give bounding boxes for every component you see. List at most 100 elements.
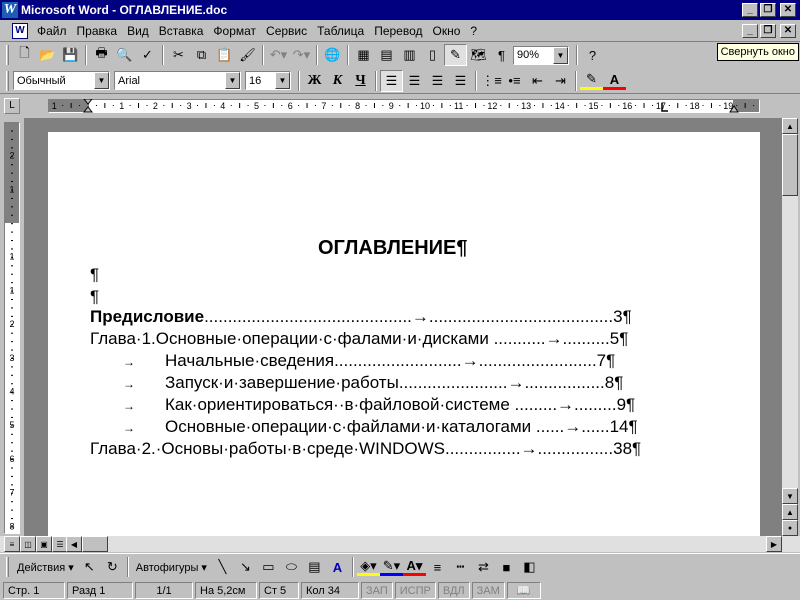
align-center-icon[interactable]: ☰ — [403, 70, 426, 92]
toolbar-grip[interactable] — [6, 70, 9, 91]
actions-menu[interactable]: Действия ▾ — [13, 561, 78, 574]
menu-format[interactable]: Формат — [208, 24, 261, 38]
zoom-combo[interactable]: 90% ▼ — [513, 45, 569, 65]
draw-font-color-icon[interactable]: A▾ — [402, 558, 426, 576]
insert-table-icon[interactable]: ▤ — [375, 44, 398, 66]
toc-entry[interactable]: → Начальные·сведения.....................… — [90, 350, 615, 373]
redo-icon[interactable]: ↷▾ — [290, 44, 313, 66]
underline-button[interactable]: Ч — [349, 70, 372, 92]
print-preview-icon[interactable]: 🔍 — [113, 44, 136, 66]
menu-table[interactable]: Таблица — [312, 24, 369, 38]
menu-edit[interactable]: Правка — [72, 24, 123, 38]
increase-indent-icon[interactable]: ⇥ — [549, 70, 572, 92]
tab-selector[interactable]: L — [4, 98, 20, 114]
toc-entry[interactable]: → Как·ориентироваться··в·файловой·системе… — [90, 394, 635, 417]
dash-style-icon[interactable]: ┅ — [449, 556, 472, 578]
oval-icon[interactable]: ⬭ — [280, 556, 303, 578]
prev-page-button[interactable]: ▲ — [782, 504, 798, 520]
numbered-list-icon[interactable]: ⋮≡ — [480, 70, 503, 92]
free-rotate-icon[interactable]: ↻ — [101, 556, 124, 578]
wordart-icon[interactable]: A — [326, 556, 349, 578]
format-painter-icon[interactable]: 🖌 — [236, 44, 259, 66]
toolbar-grip[interactable] — [6, 557, 9, 577]
save-icon[interactable]: 💾 — [59, 44, 82, 66]
rectangle-icon[interactable]: ▭ — [257, 556, 280, 578]
line-style-icon[interactable]: ≡ — [426, 556, 449, 578]
font-size-combo[interactable]: 16 ▼ — [245, 71, 291, 90]
align-right-icon[interactable]: ☰ — [426, 70, 449, 92]
status-extend[interactable]: ВДЛ — [437, 582, 470, 599]
scroll-down-button[interactable]: ▼ — [782, 488, 798, 504]
font-combo[interactable]: Arial ▼ — [114, 71, 241, 90]
vertical-ruler[interactable]: 211123456789 — [4, 122, 20, 534]
font-color-icon[interactable]: A — [603, 72, 626, 90]
columns-icon[interactable]: ▯ — [421, 44, 444, 66]
line-color-icon[interactable]: ✎▾ — [379, 558, 403, 576]
align-left-icon[interactable]: ☰ — [380, 69, 403, 92]
doc-close-button[interactable]: ✕ — [780, 23, 796, 38]
spelling-icon[interactable]: ✓ — [136, 44, 159, 66]
scroll-up-button[interactable]: ▲ — [782, 118, 798, 134]
menu-translate[interactable]: Перевод — [369, 24, 427, 38]
drawing-icon[interactable]: ✎ — [444, 44, 467, 66]
highlight-icon[interactable]: ✎ — [580, 71, 603, 90]
chevron-down-icon[interactable]: ▼ — [553, 46, 568, 64]
autoshapes-menu[interactable]: Автофигуры ▾ — [132, 561, 211, 574]
minimize-button[interactable]: _ — [742, 3, 758, 17]
show-formatting-icon[interactable]: ¶ — [490, 44, 513, 66]
scroll-right-button[interactable]: ▶ — [766, 536, 782, 552]
document-icon[interactable]: W — [12, 22, 28, 39]
chevron-down-icon[interactable]: ▼ — [275, 72, 290, 89]
3d-icon[interactable]: ◧ — [518, 556, 541, 578]
arrow-style-icon[interactable]: ⇄ — [472, 556, 495, 578]
close-button[interactable]: ✕ — [780, 3, 796, 17]
style-combo[interactable]: Обычный ▼ — [13, 71, 110, 90]
cut-icon[interactable]: ✂ — [167, 44, 190, 66]
menu-window[interactable]: Окно — [428, 24, 466, 38]
bold-button[interactable]: Ж — [303, 70, 326, 92]
status-overtype[interactable]: ЗАМ — [471, 582, 505, 599]
fill-color-icon[interactable]: ◈▾ — [356, 558, 380, 576]
horizontal-scrollbar[interactable]: ≡ ◫ ▣ ☰ ◀ ▶ — [0, 536, 800, 552]
text-box-icon[interactable]: ▤ — [303, 556, 326, 578]
toolbar-grip[interactable] — [6, 45, 9, 65]
print-icon[interactable]: 🖶 — [90, 44, 113, 66]
document-map-icon[interactable]: 🗺 — [467, 44, 490, 66]
arrow-icon[interactable]: ↘ — [234, 556, 257, 578]
scroll-left-button[interactable]: ◀ — [66, 536, 82, 552]
status-track-changes[interactable]: ИСПР — [394, 582, 436, 599]
normal-view-button[interactable]: ≡ — [4, 536, 20, 552]
word-app-icon[interactable]: W — [2, 2, 18, 18]
undo-icon[interactable]: ↶▾ — [267, 44, 290, 66]
justify-icon[interactable]: ☰ — [449, 70, 472, 92]
menu-tools[interactable]: Сервис — [261, 24, 312, 38]
vertical-scroll-thumb[interactable] — [782, 134, 798, 196]
menu-insert[interactable]: Вставка — [154, 24, 209, 38]
spelling-status-icon[interactable]: 📖 — [506, 582, 541, 599]
tables-borders-icon[interactable]: ▦ — [352, 44, 375, 66]
new-document-icon[interactable]: 🗋 — [13, 44, 36, 66]
toc-entry[interactable]: → Запуск·и·завершение·работы.............… — [90, 372, 623, 395]
indent-marker[interactable] — [82, 99, 94, 113]
line-icon[interactable]: ╲ — [211, 556, 234, 578]
chevron-down-icon[interactable]: ▼ — [94, 72, 109, 89]
italic-button[interactable]: К — [326, 70, 349, 92]
select-objects-icon[interactable]: ↖ — [78, 556, 101, 578]
chevron-down-icon[interactable]: ▼ — [225, 72, 240, 89]
toc-entry[interactable]: Глава·1.Основные·операции·с·фалами·и·дис… — [90, 328, 628, 350]
vertical-scrollbar[interactable]: ▲ ▼ ▲ ● — [782, 118, 798, 536]
insert-excel-icon[interactable]: ▥ — [398, 44, 421, 66]
open-folder-icon[interactable]: 📂 — [36, 44, 59, 66]
menu-help[interactable]: ? — [465, 24, 482, 38]
horizontal-scroll-thumb[interactable] — [82, 536, 108, 552]
menu-view[interactable]: Вид — [122, 24, 154, 38]
office-assistant-icon[interactable]: ? — [581, 44, 604, 66]
web-view-button[interactable]: ◫ — [20, 536, 36, 552]
copy-icon[interactable]: ⧉ — [190, 44, 213, 66]
select-browse-object-button[interactable]: ● — [782, 520, 798, 536]
doc-minimize-button[interactable]: _ — [742, 23, 758, 38]
restore-button[interactable]: ❐ — [760, 3, 776, 17]
status-record[interactable]: ЗАП — [361, 582, 393, 599]
doc-restore-button[interactable]: ❐ — [760, 23, 776, 38]
bulleted-list-icon[interactable]: •≡ — [503, 70, 526, 92]
